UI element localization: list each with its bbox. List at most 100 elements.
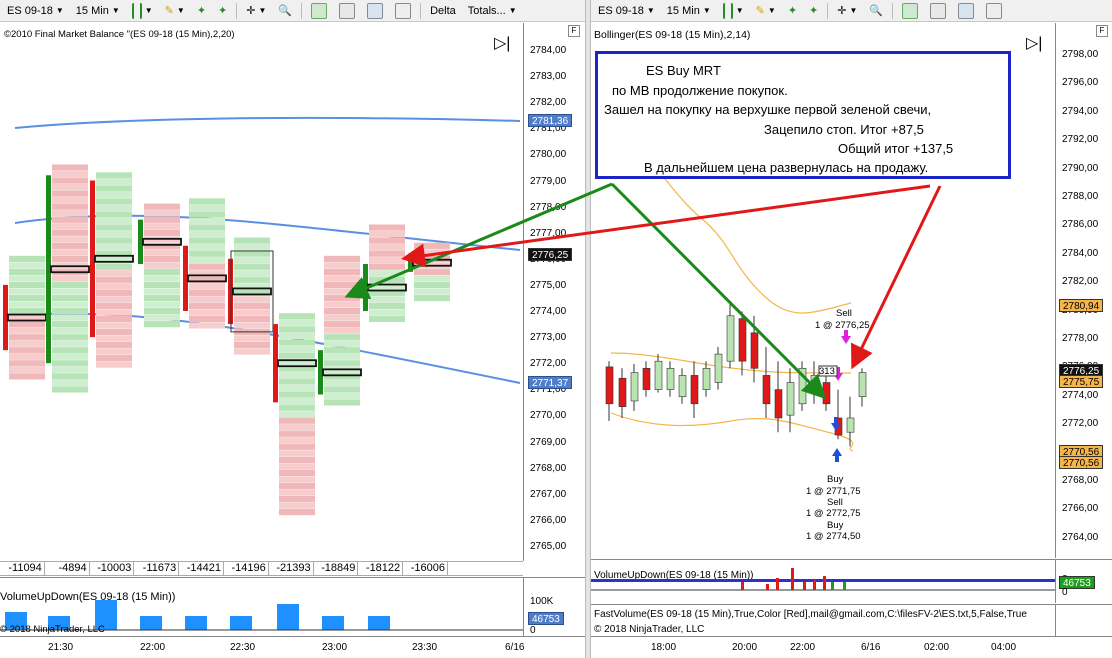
- properties-button[interactable]: [983, 2, 1005, 20]
- left-toolbar: ES 09-18 ▼ 15 Min ▼ ▼ ✎ ▼ ✦ ✦ ✛ ▼ 🔍 Delta To…: [0, 0, 585, 22]
- footprint-cell: [9, 334, 45, 341]
- price-tick: 2765,00: [530, 540, 567, 552]
- footprint-cell: [324, 347, 360, 354]
- chevron-down-icon: ▼: [144, 6, 153, 15]
- instrument-selector[interactable]: ES 09-18 ▼: [4, 2, 67, 20]
- chart-properties-button[interactable]: [899, 2, 921, 20]
- footprint-cell: [9, 294, 45, 302]
- footprint-cell: [369, 257, 405, 264]
- footprint-cell: [52, 164, 88, 171]
- price-tick: 2780,00: [530, 149, 567, 161]
- image-icon: [367, 2, 384, 19]
- candle-body: [630, 372, 639, 402]
- price-tick: 2769,00: [530, 436, 567, 448]
- totals-button[interactable]: Totals... ▼: [465, 2, 520, 20]
- trade-buy1-price: 1 @ 2771,75: [806, 486, 861, 497]
- zoom-button[interactable]: 🔍: [275, 2, 295, 20]
- price-tick: 2779,00: [530, 175, 567, 187]
- right-volume-pane[interactable]: VolumeUpDown(ES 09-18 (15 Min)): [591, 559, 1055, 603]
- crosshair-button[interactable]: ✛ ▼: [243, 2, 269, 20]
- delta-button[interactable]: Delta: [427, 2, 459, 20]
- strategy-button[interactable]: ✦: [215, 2, 230, 20]
- chart-properties-icon: [311, 2, 328, 19]
- fastvolume-pane[interactable]: FastVolume(ES 09-18 (15 Min),True,Color …: [591, 604, 1055, 636]
- footprint-cell: [189, 211, 225, 218]
- bar-type-button[interactable]: ▼: [720, 2, 747, 20]
- footprint-cell: [279, 489, 315, 496]
- footprint-cell: [369, 231, 405, 238]
- strategy-button[interactable]: ✦: [806, 2, 821, 20]
- footprint-cell: [414, 294, 450, 302]
- trade-sell2-price: 1 @ 2772,75: [806, 508, 861, 519]
- snapshot-button[interactable]: [364, 2, 386, 20]
- drawing-tool-button[interactable]: ✎ ▼: [162, 2, 188, 20]
- blue-band-badge-top: 2781,36: [528, 114, 573, 127]
- footprint-cell: [324, 373, 360, 380]
- footprint-cell: [234, 257, 270, 264]
- chart-properties-button[interactable]: [308, 2, 330, 20]
- price-tick: 2798,00: [1062, 49, 1099, 60]
- price-tick: 2773,00: [530, 332, 567, 344]
- footprint-cell: [189, 296, 225, 303]
- candle-body: [702, 367, 711, 390]
- footprint-cell: [279, 404, 315, 411]
- footprint-cell: [96, 341, 132, 349]
- panel-f-icon[interactable]: F: [568, 25, 580, 37]
- list-icon: [986, 2, 1003, 19]
- footprint-cell: [52, 184, 88, 191]
- footprint-cell: [96, 237, 132, 244]
- data-box-button[interactable]: [336, 2, 358, 20]
- indicators-button[interactable]: ✦: [194, 2, 209, 20]
- footprint-cell: [369, 296, 405, 303]
- footprint-cell: [9, 288, 45, 295]
- candle-body: [654, 360, 663, 390]
- panel-f-icon[interactable]: F: [1096, 25, 1108, 37]
- candle-body: [690, 375, 699, 405]
- footprint-cell: [144, 314, 180, 321]
- footprint-cell: [279, 391, 315, 398]
- footprint-cell: [52, 379, 88, 386]
- bar-type-button[interactable]: ▼: [129, 2, 156, 20]
- footprint-cell: [189, 250, 225, 257]
- left-price-pane[interactable]: ©2010 Final Market Balance "(ES 09-18 (1…: [0, 23, 523, 561]
- candle-body: [858, 372, 867, 397]
- footprint-cell: [52, 360, 88, 367]
- price-tick: 2792,00: [1062, 134, 1099, 146]
- drawing-tool-button[interactable]: ✎ ▼: [753, 2, 779, 20]
- instrument-selector[interactable]: ES 09-18 ▼: [595, 2, 658, 20]
- zoom-button[interactable]: 🔍: [866, 2, 886, 20]
- chevron-down-icon: ▼: [735, 6, 744, 15]
- footprint-cell: [144, 216, 180, 223]
- indicators-button[interactable]: ✦: [785, 2, 800, 20]
- annotation-box[interactable]: ES Buy MRT по МВ продолжение покупок. За…: [595, 51, 1011, 179]
- footprint-cell: [52, 223, 88, 230]
- footprint-cell: [279, 437, 315, 444]
- footprint-cell: [279, 411, 315, 418]
- snapshot-button[interactable]: [955, 2, 977, 20]
- footprint-cell: [9, 301, 45, 308]
- candle-body: [762, 375, 771, 405]
- delta-totals-row: -11094 -4894 -10003 -11673 -14421 -14196 -2139…: [0, 561, 523, 576]
- footprint-cell: [96, 172, 132, 179]
- data-box-button[interactable]: [927, 2, 949, 20]
- delta-total-cell: -14421: [179, 562, 224, 575]
- left-volume-pane[interactable]: VolumeUpDown(ES 09-18 (15 Min)) © 2018 N…: [0, 577, 523, 636]
- footprint-cell: [369, 244, 405, 251]
- footprint-cell: [144, 203, 180, 210]
- footprint-cell: [9, 268, 45, 276]
- footprint-cell: [52, 236, 88, 243]
- delta-total-cell: -10003: [90, 562, 135, 575]
- properties-button[interactable]: [392, 2, 414, 20]
- delta-total-cell: -18849: [314, 562, 359, 575]
- footprint-cell: [234, 296, 270, 303]
- footprint-cell: [52, 308, 88, 315]
- interval-selector[interactable]: 15 Min ▼: [73, 2, 123, 20]
- footprint-cell: [9, 262, 45, 269]
- candle-body: [738, 318, 747, 362]
- band-upper-line: [14, 116, 521, 129]
- chevron-down-icon: ▼: [767, 6, 776, 15]
- interval-selector[interactable]: 15 Min ▼: [664, 2, 714, 20]
- crosshair-button[interactable]: ✛ ▼: [834, 2, 860, 20]
- footprint-cell: [279, 495, 315, 503]
- footprint-cell: [52, 216, 88, 223]
